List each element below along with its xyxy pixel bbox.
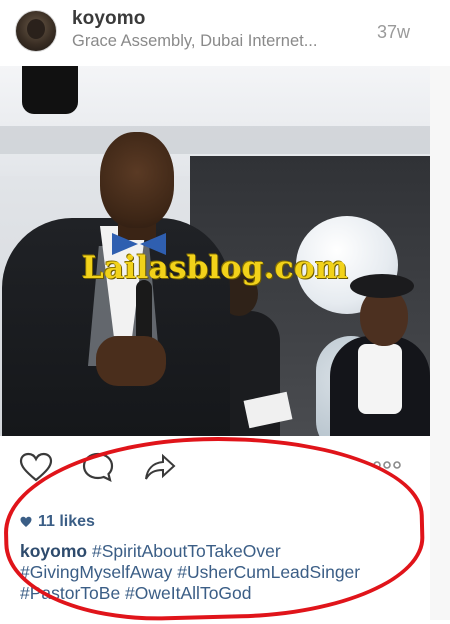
post-location[interactable]: Grace Assembly, Dubai Internet... [72, 32, 364, 51]
share-arrow-icon[interactable] [140, 448, 180, 486]
likes-label: 11 likes [38, 513, 95, 530]
more-dots-icon[interactable] [372, 458, 402, 470]
caption-hashtags-2[interactable]: #GivingMyselfAway #UsherCumLeadSinger [20, 562, 430, 583]
photo-lamp [22, 66, 78, 114]
photo-beam [0, 126, 430, 154]
user-avatar[interactable] [15, 10, 57, 52]
likes-count[interactable]: 11 likes [20, 513, 95, 531]
post-photo[interactable]: Lailasblog.com [0, 66, 430, 436]
post-caption: koyomo #SpiritAboutToTakeOver #GivingMys… [20, 541, 430, 604]
caption-hashtags-1[interactable]: #SpiritAboutToTakeOver [87, 541, 281, 561]
post-username[interactable]: koyomo [72, 8, 145, 30]
post-header: koyomo Grace Assembly, Dubai Internet...… [0, 0, 450, 66]
right-edge [430, 66, 450, 620]
caption-hashtags-3[interactable]: #PastorToBe #OweItAllToGod [20, 583, 430, 604]
post-actions [0, 440, 450, 492]
photo-woman-shirt [358, 344, 402, 414]
comment-bubble-icon[interactable] [78, 448, 118, 486]
caption-username[interactable]: koyomo [20, 541, 87, 561]
heart-filled-icon [20, 516, 32, 527]
photo-man-hands [96, 336, 166, 386]
heart-outline-icon[interactable] [16, 448, 56, 486]
post-time: 37w [376, 22, 410, 42]
photo-man-head [100, 132, 174, 228]
watermark-text: Lailasblog.com [81, 250, 349, 286]
caption-line-1: koyomo #SpiritAboutToTakeOver [20, 541, 430, 562]
